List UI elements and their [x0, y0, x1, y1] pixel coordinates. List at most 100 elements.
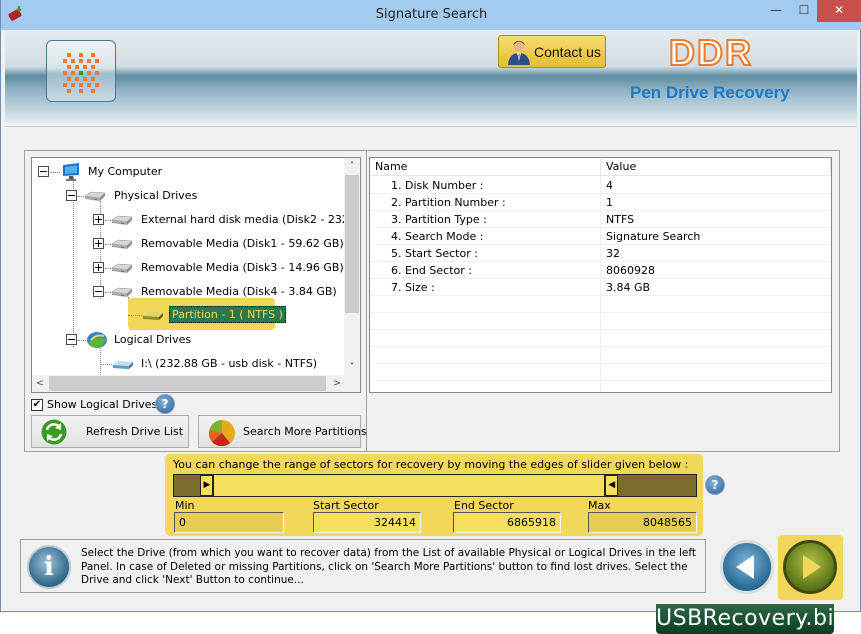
next-button[interactable]: [783, 540, 837, 594]
hard-drive-icon: [111, 263, 133, 273]
tree-node-my-computer[interactable]: My Computer: [38, 162, 238, 182]
tree-connector: [100, 364, 112, 365]
row-value: 8060928: [606, 264, 655, 277]
tree-node-label: My Computer: [88, 165, 163, 178]
contact-us-button[interactable]: Contact us: [498, 35, 606, 68]
sector-range-help-icon[interactable]: ?: [705, 475, 725, 495]
end-sector-field[interactable]: 6865918: [453, 512, 561, 533]
tree-node-disk1[interactable]: Removable Media (Disk1 - 59.62 GB): [93, 234, 344, 254]
min-field: 0: [174, 512, 284, 533]
empty-row: [370, 313, 831, 330]
hard-drive-icon: [111, 239, 133, 249]
min-label: Min: [175, 499, 195, 512]
list-row[interactable]: 6. End Sector : 8060928: [370, 262, 831, 279]
collapse-toggle[interactable]: [66, 334, 77, 345]
row-name: 5. Start Sector :: [391, 247, 478, 260]
tree-node-drive-i[interactable]: I:\ (232.88 GB - usb disk - NTFS): [100, 354, 340, 374]
person-icon: [508, 40, 530, 65]
back-button[interactable]: [720, 540, 774, 594]
tree-node-disk2[interactable]: External hard disk media (Disk2 - 232.88…: [93, 210, 345, 230]
website-brand: USBRecovery.biz: [656, 604, 846, 634]
help-icon[interactable]: ?: [155, 394, 175, 414]
logical-drives-icon: [87, 332, 107, 348]
start-sector-field[interactable]: 324414: [313, 512, 421, 533]
list-row[interactable]: 2. Partition Number : 1: [370, 194, 831, 211]
tree-node-label: Logical Drives: [114, 333, 192, 346]
app-logo: [46, 40, 116, 102]
sector-range-slider[interactable]: ▶ ◀: [173, 474, 697, 497]
header-banner: Contact us DDR Pen Drive Recovery: [5, 30, 857, 126]
row-value: Signature Search: [606, 230, 701, 243]
tree-node-disk3[interactable]: Removable Media (Disk3 - 14.96 GB): [93, 258, 344, 278]
row-value: 4: [606, 179, 613, 192]
slider-selected-range: [213, 475, 606, 496]
start-sector-label: Start Sector: [313, 499, 379, 512]
expand-toggle[interactable]: [93, 214, 104, 225]
expand-toggle[interactable]: [93, 238, 104, 249]
search-more-partitions-button[interactable]: Search More Partitions: [198, 415, 367, 448]
refresh-drive-list-button[interactable]: Refresh Drive List: [31, 415, 189, 448]
slider-start-handle[interactable]: ▶: [200, 475, 214, 496]
instruction-text: Select the Drive (from which you want to…: [81, 547, 696, 586]
tree-node-label: Removable Media (Disk4 - 3.84 GB): [141, 285, 337, 298]
tree-node-logical-drives[interactable]: Logical Drives: [66, 330, 266, 350]
empty-row: [370, 347, 831, 364]
empty-row: [370, 330, 831, 347]
scroll-right-button[interactable]: >: [329, 375, 345, 392]
brand-logo-text: DDR: [668, 31, 753, 74]
pie-chart-icon: [208, 420, 235, 447]
drive-tree[interactable]: My Computer Physical Drives External har…: [31, 157, 361, 393]
empty-row: [370, 296, 831, 313]
tree-node-partition-1[interactable]: Partition - 1 ( NTFS ): [169, 306, 286, 323]
hard-drive-icon: [84, 191, 106, 201]
tree-node-physical-drives[interactable]: Physical Drives: [66, 186, 266, 206]
maximize-button[interactable]: ☐: [791, 0, 817, 22]
collapse-toggle[interactable]: [93, 286, 104, 297]
row-value: 1: [606, 196, 613, 209]
end-sector-label: End Sector: [454, 499, 514, 512]
tree-connector: [128, 315, 142, 316]
drive-tree-viewport: My Computer Physical Drives External har…: [32, 158, 345, 376]
row-name: 6. End Sector :: [391, 264, 472, 277]
close-button[interactable]: ✕: [817, 0, 861, 22]
column-header-name[interactable]: Name: [370, 158, 601, 176]
refresh-icon: [41, 419, 67, 445]
product-tagline: Pen Drive Recovery: [630, 83, 790, 102]
partition-details-list[interactable]: Name Value 1. Disk Number : 4 2. Partition…: [369, 157, 832, 393]
collapse-toggle[interactable]: [66, 190, 77, 201]
list-row[interactable]: 5. Start Sector : 32: [370, 245, 831, 262]
tree-node-label: Physical Drives: [114, 189, 198, 202]
list-row[interactable]: 1. Disk Number : 4: [370, 177, 831, 194]
instruction-bar: i Select the Drive (from which you want …: [20, 539, 706, 593]
show-logical-drives-checkbox[interactable]: ✔: [31, 399, 43, 411]
scroll-corner: [344, 375, 360, 392]
scroll-left-button[interactable]: <: [32, 375, 48, 392]
header-divider: [5, 126, 857, 127]
tree-connector: [50, 172, 60, 173]
expand-toggle[interactable]: [93, 262, 104, 273]
tree-vertical-scrollbar[interactable]: ˄ ˅: [344, 158, 360, 376]
arrow-right-icon: [803, 555, 821, 579]
tree-horizontal-scrollbar[interactable]: < >: [32, 375, 345, 392]
scroll-thumb[interactable]: [345, 175, 359, 313]
next-button-highlight: [778, 535, 843, 600]
minimize-button[interactable]: —: [763, 0, 789, 22]
slider-end-handle[interactable]: ◀: [605, 475, 619, 496]
list-row[interactable]: 4. Search Mode : Signature Search: [370, 228, 831, 245]
list-row[interactable]: 7. Size : 3.84 GB: [370, 279, 831, 296]
row-name: 2. Partition Number :: [391, 196, 506, 209]
scroll-down-button[interactable]: ˅: [344, 359, 360, 376]
row-name: 4. Search Mode :: [391, 230, 484, 243]
usb-drive-icon: [113, 361, 133, 369]
search-more-partitions-label: Search More Partitions: [243, 425, 367, 438]
row-value: 3.84 GB: [606, 281, 651, 294]
collapse-toggle[interactable]: [38, 166, 49, 177]
sector-range-instruction: You can change the range of sectors for …: [173, 458, 689, 471]
title-bar: Signature Search — ☐ ✕: [1, 0, 861, 30]
scroll-thumb[interactable]: [49, 376, 326, 391]
empty-row: [370, 381, 831, 392]
list-row[interactable]: 3. Partition Type : NTFS: [370, 211, 831, 228]
scroll-up-button[interactable]: ˄: [344, 158, 360, 175]
column-header-value[interactable]: Value: [601, 158, 831, 176]
refresh-drive-list-label: Refresh Drive List: [86, 425, 184, 438]
